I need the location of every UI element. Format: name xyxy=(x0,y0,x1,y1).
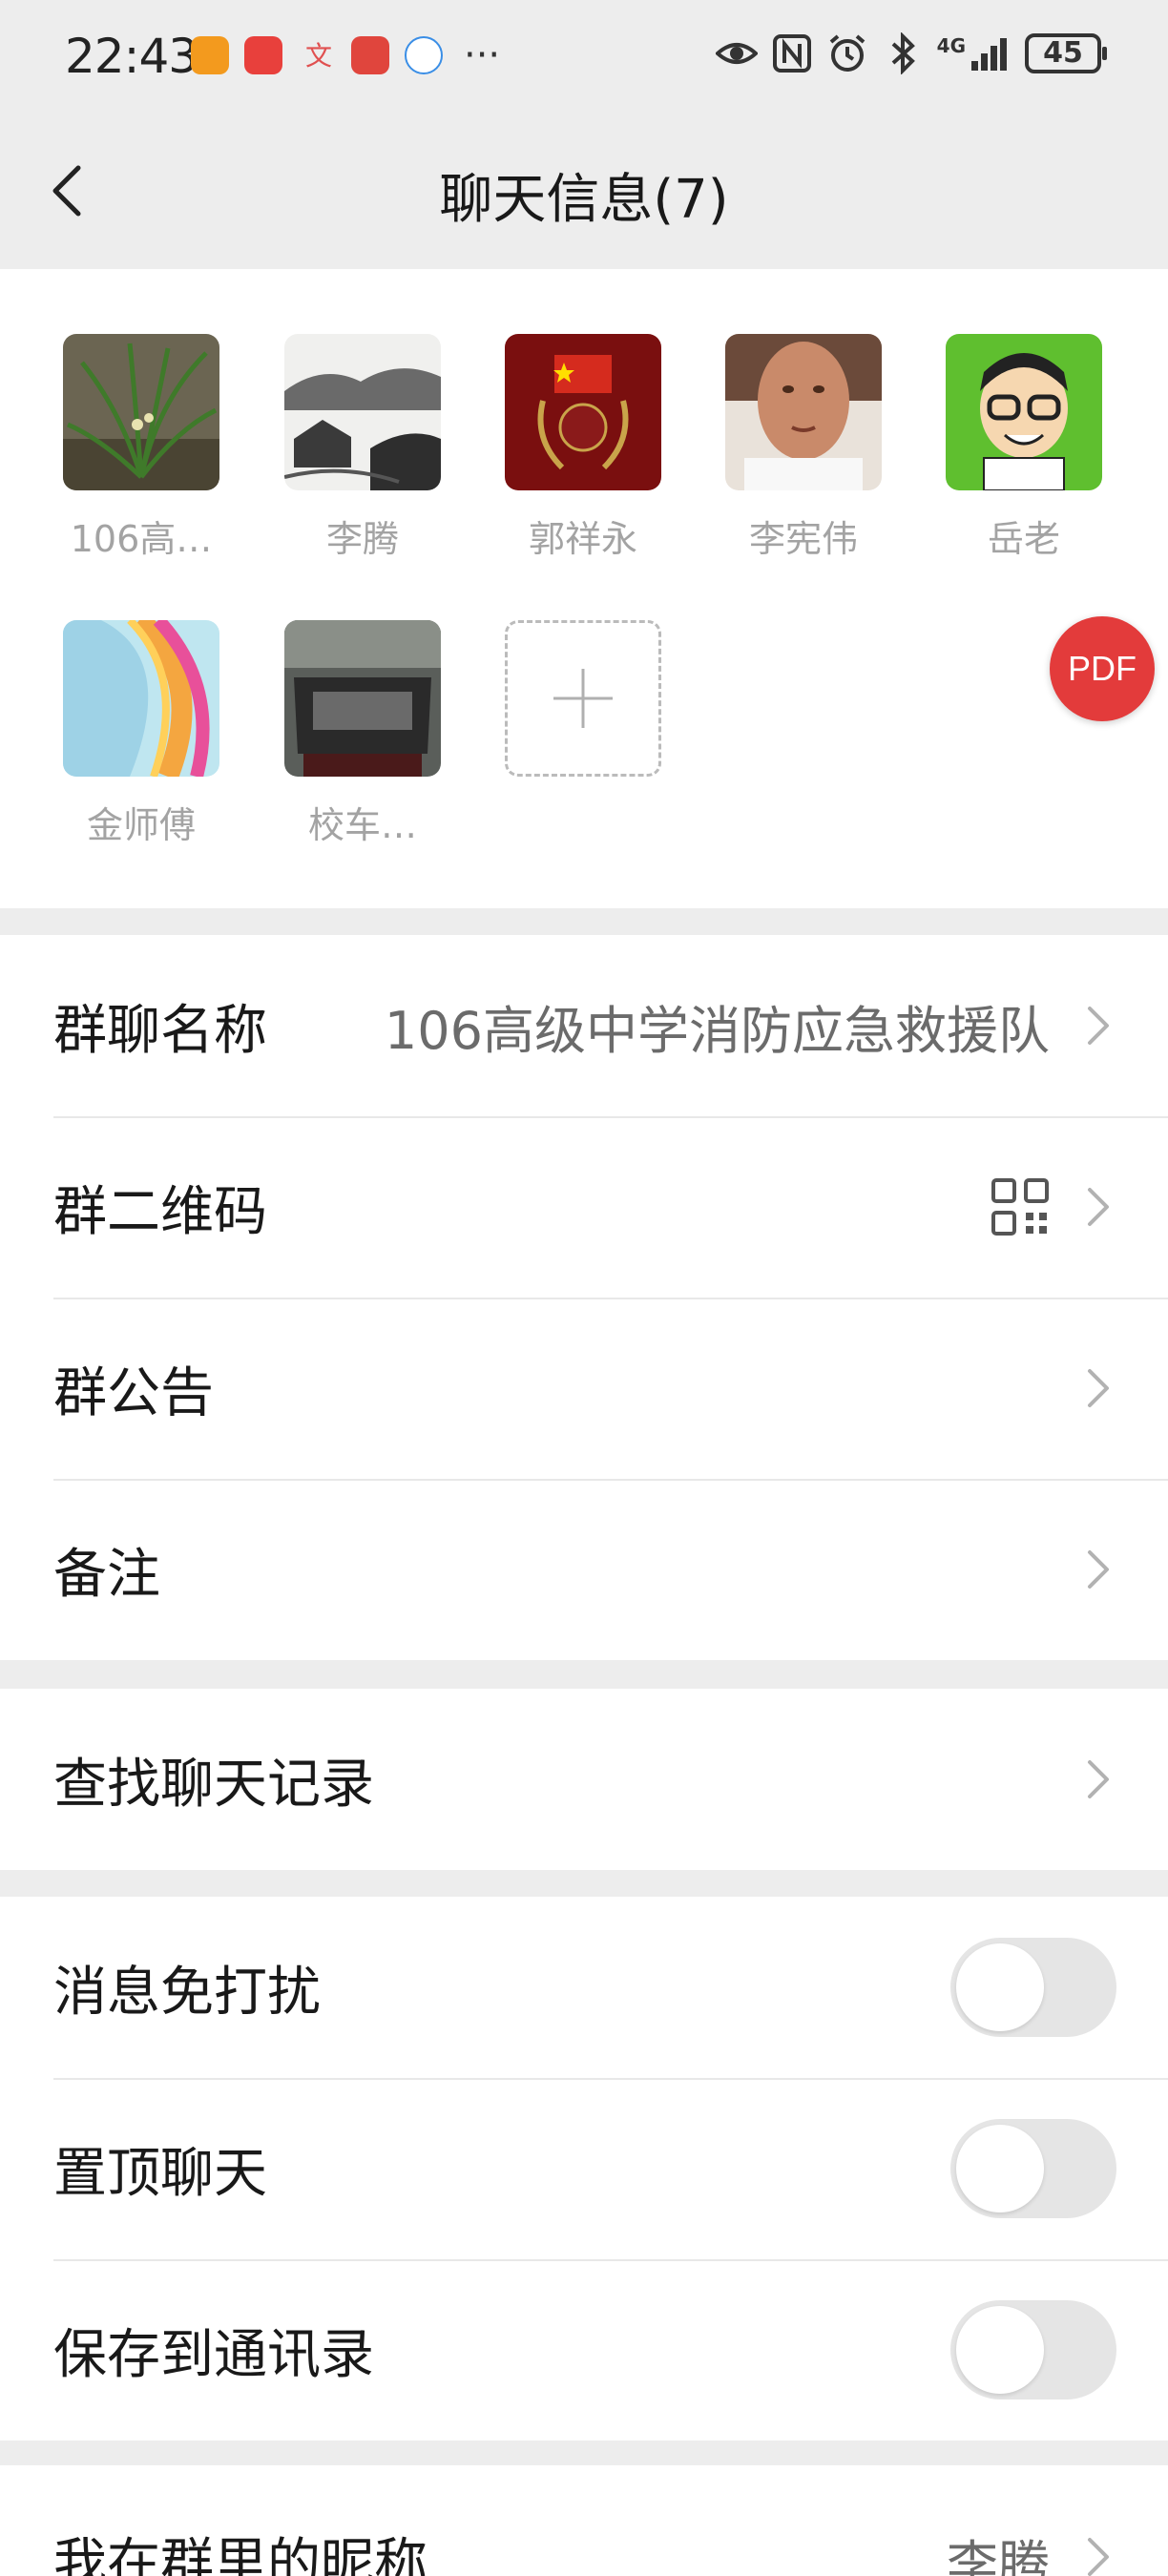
my-nickname-row[interactable]: 我在群里的昵称 李腾 xyxy=(0,2465,1168,2576)
eye-icon xyxy=(715,43,758,64)
chevron-right-icon xyxy=(1088,1760,1109,1798)
pdf-button[interactable]: PDF xyxy=(1050,616,1155,721)
group-name-row[interactable]: 群聊名称 106高级中学消防应急救援队 xyxy=(0,935,1168,1116)
notification-icons: 文 ··· xyxy=(191,36,500,74)
avatar xyxy=(283,334,441,490)
member-item[interactable]: 李宪伟 xyxy=(718,334,889,562)
huawei-icon xyxy=(244,36,282,74)
remark-row[interactable]: 备注 xyxy=(0,1479,1168,1660)
member-name: 金师傅 xyxy=(86,804,196,846)
member-name: 岳老 xyxy=(987,518,1060,560)
member-item[interactable]: 李腾 xyxy=(277,334,448,562)
signal-icon: 4G xyxy=(937,34,1012,73)
toggle-knob xyxy=(956,1943,1044,2031)
nav-bar: 聊天信息(7) xyxy=(0,114,1168,269)
save-contacts-row: 保存到通讯录 xyxy=(0,2259,1168,2441)
nfc-icon xyxy=(772,34,811,73)
save-contacts-label: 保存到通讯录 xyxy=(53,2323,374,2386)
search-section: 查找聊天记录 xyxy=(0,1689,1168,1870)
system-icons: 4G 45 xyxy=(715,32,1107,74)
group-announcement-row[interactable]: 群公告 xyxy=(0,1298,1168,1479)
toggle-section: 消息免打扰 置顶聊天 保存到通讯录 xyxy=(0,1897,1168,2441)
member-name: 李宪伟 xyxy=(748,518,858,560)
svg-text:文: 文 xyxy=(305,40,332,72)
avatar xyxy=(725,334,882,490)
chevron-right-icon xyxy=(1088,1369,1109,1407)
add-member-tile[interactable] xyxy=(505,620,661,777)
save-contacts-toggle[interactable] xyxy=(950,2300,1116,2399)
network-type: 4G xyxy=(936,34,966,57)
avatar xyxy=(63,612,219,780)
search-history-label: 查找聊天记录 xyxy=(53,1753,374,1816)
member-item[interactable]: 106高… xyxy=(55,334,227,562)
avatar xyxy=(946,334,1102,491)
search-history-row[interactable]: 查找聊天记录 xyxy=(0,1689,1168,1870)
my-nickname-value: 李腾 xyxy=(947,2535,1050,2576)
more-indicator: ··· xyxy=(464,33,501,77)
page-title: 聊天信息(7) xyxy=(439,169,729,231)
member-name: 校车… xyxy=(307,804,417,846)
status-bar: 22:43 文 ··· 4G 45 xyxy=(0,0,1168,114)
avatar xyxy=(284,620,441,777)
group-announcement-label: 群公告 xyxy=(53,1361,214,1424)
toggle-knob xyxy=(956,2125,1044,2212)
alarm-icon xyxy=(829,34,865,72)
add-member-button[interactable] xyxy=(497,620,669,777)
member-item[interactable]: 郭祥永 xyxy=(497,334,669,562)
group-qr-label: 群二维码 xyxy=(53,1180,267,1243)
avatar xyxy=(505,334,661,490)
avatar xyxy=(63,334,219,490)
mute-row: 消息免打扰 xyxy=(0,1897,1168,2078)
chevron-right-icon xyxy=(1088,1188,1109,1226)
translate-icon: 文 xyxy=(305,40,332,72)
chevron-right-icon xyxy=(1088,1550,1109,1589)
pin-chat-toggle[interactable] xyxy=(950,2119,1116,2218)
group-name-label: 群聊名称 xyxy=(53,999,267,1062)
mute-label: 消息免打扰 xyxy=(53,1961,321,2024)
member-item[interactable]: 校车… xyxy=(277,620,448,848)
member-item[interactable]: 岳老 xyxy=(938,334,1110,562)
member-name: 106高… xyxy=(70,518,213,560)
app-orange-icon xyxy=(191,36,229,74)
chevron-right-icon xyxy=(1088,1007,1109,1045)
qr-code-icon xyxy=(991,1178,1049,1236)
remark-label: 备注 xyxy=(53,1543,160,1606)
toggle-knob xyxy=(956,2306,1044,2394)
chevron-right-icon xyxy=(1088,2538,1109,2576)
battery-level: 45 xyxy=(1043,36,1083,70)
member-name: 郭祥永 xyxy=(528,518,637,560)
signal-bars-icon xyxy=(971,38,1007,71)
bluetooth-icon xyxy=(891,32,915,74)
mute-toggle[interactable] xyxy=(950,1938,1116,2037)
members-panel: 106高… 李腾 郭祥永 李宪伟 岳老 金师傅 校车… PDF xyxy=(0,269,1168,908)
pin-chat-row: 置顶聊天 xyxy=(0,2078,1168,2259)
member-item[interactable]: 金师傅 xyxy=(55,612,227,848)
plus-icon xyxy=(553,669,613,728)
battery-icon: 45 xyxy=(1025,33,1107,73)
group-name-value: 106高级中学消防应急救援队 xyxy=(384,1000,1050,1061)
nickname-section: 我在群里的昵称 李腾 xyxy=(0,2465,1168,2576)
member-name: 李腾 xyxy=(325,518,399,560)
pin-chat-label: 置顶聊天 xyxy=(53,2142,267,2205)
group-qr-row[interactable]: 群二维码 xyxy=(0,1116,1168,1298)
redbox-icon xyxy=(351,36,389,74)
browser-icon xyxy=(405,36,443,74)
status-time: 22:43 xyxy=(65,29,198,84)
my-nickname-label: 我在群里的昵称 xyxy=(53,2533,428,2576)
group-info-section: 群聊名称 106高级中学消防应急救援队 群二维码 群公告 备注 xyxy=(0,935,1168,1660)
